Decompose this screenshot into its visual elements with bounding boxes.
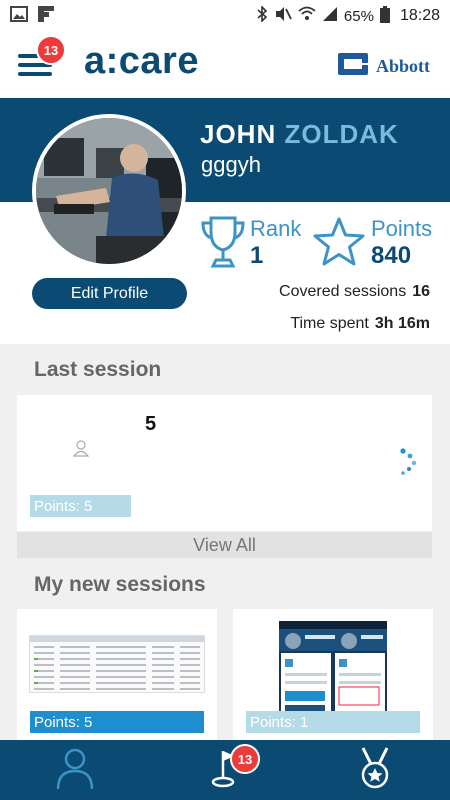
wifi-icon (298, 6, 316, 26)
points-tag: Points: 5 (30, 495, 131, 517)
gallery-icon (10, 5, 28, 27)
bluetooth-icon (256, 5, 268, 26)
covered-sessions-value: 16 (412, 283, 430, 300)
edit-profile-button[interactable]: Edit Profile (32, 278, 187, 309)
session-card[interactable]: Points: 5 (17, 609, 217, 741)
rank-value: 1 (250, 242, 264, 269)
partner-name: Abbott (375, 56, 430, 76)
star-icon (312, 216, 366, 273)
clock: 18:28 (399, 7, 440, 24)
last-session-card[interactable]: 5 Points: 5 (17, 395, 432, 531)
medal-icon (357, 746, 393, 795)
session-number: 5 (145, 413, 157, 435)
nav-sessions[interactable] (150, 740, 300, 800)
covered-sessions-row: Covered sessions 16 (279, 283, 430, 301)
first-name: JOHN (200, 119, 277, 149)
time-spent-row: Time spent 3h 16m (290, 315, 430, 333)
status-bar: 65% 18:28 (0, 0, 450, 32)
session-thumbnail (279, 621, 387, 717)
profile-panel: JOHN ZOLDAK gggyh Edit Profile Rank 1 Po… (0, 100, 450, 344)
sessions-badge: 13 (230, 744, 260, 774)
rank-label: Rank (250, 216, 302, 241)
avatar (32, 114, 186, 268)
flipboard-icon (38, 5, 54, 27)
last-session-title: Last session (34, 358, 162, 381)
trophy-icon (200, 214, 246, 275)
view-all-button[interactable]: View All (17, 532, 432, 558)
covered-sessions-label: Covered sessions (279, 283, 407, 300)
new-sessions-title: My new sessions (34, 573, 206, 596)
user-full-name: JOHN ZOLDAK (200, 119, 399, 150)
battery-icon (379, 5, 390, 27)
notification-badge: 13 (36, 35, 66, 65)
time-spent-value: 3h 16m (374, 315, 430, 332)
app-logo: a:care (84, 40, 199, 82)
last-name: ZOLDAK (284, 119, 399, 149)
app-header: 13 a:care Abbott (0, 32, 450, 100)
image-placeholder-icon (72, 439, 90, 462)
points-label: Points (371, 216, 433, 241)
rank-stat: Rank 1 (250, 216, 301, 270)
abbott-logo-icon (336, 51, 370, 82)
session-thumbnail (29, 635, 205, 693)
username: gggyh (201, 152, 261, 177)
profile-icon (55, 746, 95, 795)
session-card[interactable]: Points: 1 (233, 609, 433, 741)
signal-icon (322, 6, 338, 26)
points-tag: Points: 5 (30, 711, 204, 733)
nav-achievements[interactable] (300, 740, 450, 800)
time-spent-label: Time spent (290, 315, 369, 332)
battery-percent: 65% (343, 7, 374, 25)
bottom-navigation: 13 (0, 740, 450, 800)
mute-icon (274, 6, 292, 26)
loading-spinner-icon (400, 447, 420, 477)
nav-profile[interactable] (0, 740, 150, 800)
partner-logo: Abbott (336, 51, 430, 82)
points-tag: Points: 1 (246, 711, 420, 733)
points-value: 840 (371, 242, 412, 269)
points-stat: Points 840 (371, 216, 432, 270)
